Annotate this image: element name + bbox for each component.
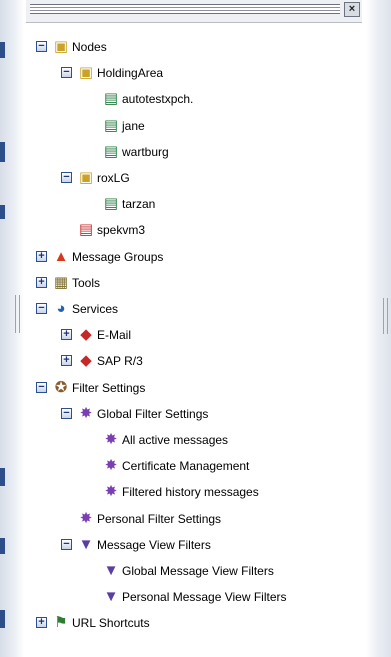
node-jane[interactable]: ▤ jane (0, 115, 360, 137)
expand-toggle[interactable]: + (36, 277, 47, 288)
nodes-folder-icon: ▣ (53, 38, 69, 55)
node-sap-r3[interactable]: + ◆ SAP R/3 (0, 350, 360, 372)
message-filter-icon: ✸ (104, 483, 118, 500)
node-label: Message View Filters (97, 538, 211, 552)
message-filter-icon: ✸ (104, 431, 118, 448)
object-tree: − ▣ Nodes − ▣ HoldingArea ▤ autotestxpch. ▤ jane ▤… (0, 0, 366, 657)
node-filtered-history-messages[interactable]: ✸ Filtered history messages (0, 481, 360, 503)
node-label: Message Groups (72, 250, 164, 264)
node-certificate-management[interactable]: ✸ Certificate Management (0, 455, 360, 477)
node-tools[interactable]: + ▦ Tools (0, 272, 360, 294)
view-filter-funnel-icon: ▼ (103, 588, 119, 605)
view-filter-funnel-icon: ▼ (103, 562, 119, 579)
node-roxlg[interactable]: − ▣ roxLG (0, 167, 360, 189)
node-filter-settings[interactable]: − ✪ Filter Settings (0, 377, 360, 399)
filter-settings-icon: ✪ (54, 379, 68, 396)
node-label: Personal Message View Filters (122, 590, 287, 604)
node-global-message-view-filters[interactable]: ▼ Global Message View Filters (0, 560, 360, 582)
node-personal-filter-settings[interactable]: ✸ Personal Filter Settings (0, 508, 360, 530)
personal-filter-icon: ✸ (79, 510, 93, 527)
global-filter-icon: ✸ (79, 405, 93, 422)
node-wartburg[interactable]: ▤ wartburg (0, 141, 360, 163)
computer-node-icon: ▤ (103, 90, 119, 107)
node-label: Personal Filter Settings (97, 512, 222, 526)
node-autotestxpch[interactable]: ▤ autotestxpch. (0, 88, 360, 110)
collapse-toggle[interactable]: − (36, 41, 47, 52)
collapse-toggle[interactable]: − (61, 539, 72, 550)
node-email[interactable]: + ◆ E-Mail (0, 324, 360, 346)
expand-toggle[interactable]: + (36, 617, 47, 628)
node-holdingarea[interactable]: − ▣ HoldingArea (0, 62, 360, 84)
computer-node-icon: ▤ (103, 143, 119, 160)
node-label: jane (122, 119, 145, 133)
computer-node-icon: ▤ (103, 195, 119, 212)
email-service-icon: ◆ (80, 326, 92, 343)
node-label: wartburg (122, 145, 169, 159)
node-global-filter-settings[interactable]: − ✸ Global Filter Settings (0, 403, 360, 425)
view-filter-funnel-icon: ▼ (78, 536, 94, 553)
node-message-groups[interactable]: + ▲ Message Groups (0, 246, 360, 268)
node-group-icon: ▣ (78, 64, 94, 81)
node-label: Filter Settings (72, 381, 146, 395)
node-services[interactable]: − ◕ Services (0, 298, 360, 320)
node-label: Nodes (72, 40, 107, 54)
node-label: Filtered history messages (122, 485, 259, 499)
collapse-toggle[interactable]: − (61, 408, 72, 419)
node-group-icon: ▣ (78, 169, 94, 186)
node-personal-message-view-filters[interactable]: ▼ Personal Message View Filters (0, 586, 360, 608)
message-groups-icon: ▲ (53, 248, 69, 265)
node-url-shortcuts[interactable]: + ⚑ URL Shortcuts (0, 612, 360, 634)
expand-toggle[interactable]: + (36, 251, 47, 262)
node-label: Global Filter Settings (97, 407, 209, 421)
computer-node-icon: ▤ (103, 117, 119, 134)
collapse-toggle[interactable]: − (61, 67, 72, 78)
node-label: tarzan (122, 197, 156, 211)
node-label: Services (72, 302, 119, 316)
node-label: autotestxpch. (122, 92, 194, 106)
expand-toggle[interactable]: + (61, 355, 72, 366)
url-shortcuts-icon: ⚑ (54, 614, 68, 631)
node-label: Tools (72, 276, 101, 290)
node-tarzan[interactable]: ▤ tarzan (0, 193, 360, 215)
collapse-toggle[interactable]: − (36, 382, 47, 393)
node-label: SAP R/3 (97, 354, 143, 368)
services-globe-icon: ◕ (56, 300, 66, 317)
right-splitter-grip[interactable] (383, 298, 388, 334)
node-label: URL Shortcuts (72, 616, 150, 630)
sap-service-icon: ◆ (80, 352, 92, 369)
node-label: Global Message View Filters (122, 564, 274, 578)
collapse-toggle[interactable]: − (61, 172, 72, 183)
node-label: All active messages (122, 433, 229, 447)
computer-node-warning-icon: ▤ (78, 221, 94, 238)
expand-toggle[interactable]: + (61, 329, 72, 340)
node-message-view-filters[interactable]: − ▼ Message View Filters (0, 534, 360, 556)
node-label: roxLG (97, 171, 130, 185)
node-all-active-messages[interactable]: ✸ All active messages (0, 429, 360, 451)
node-label: E-Mail (97, 328, 132, 342)
message-filter-icon: ✸ (104, 457, 118, 474)
node-spekvm3[interactable]: ▤ spekvm3 (0, 219, 360, 241)
tools-folder-icon: ▦ (53, 274, 69, 291)
node-label: HoldingArea (97, 66, 164, 80)
node-label: spekvm3 (97, 223, 146, 237)
node-nodes[interactable]: − ▣ Nodes (0, 36, 360, 58)
node-label: Certificate Management (122, 459, 250, 473)
collapse-toggle[interactable]: − (36, 303, 47, 314)
